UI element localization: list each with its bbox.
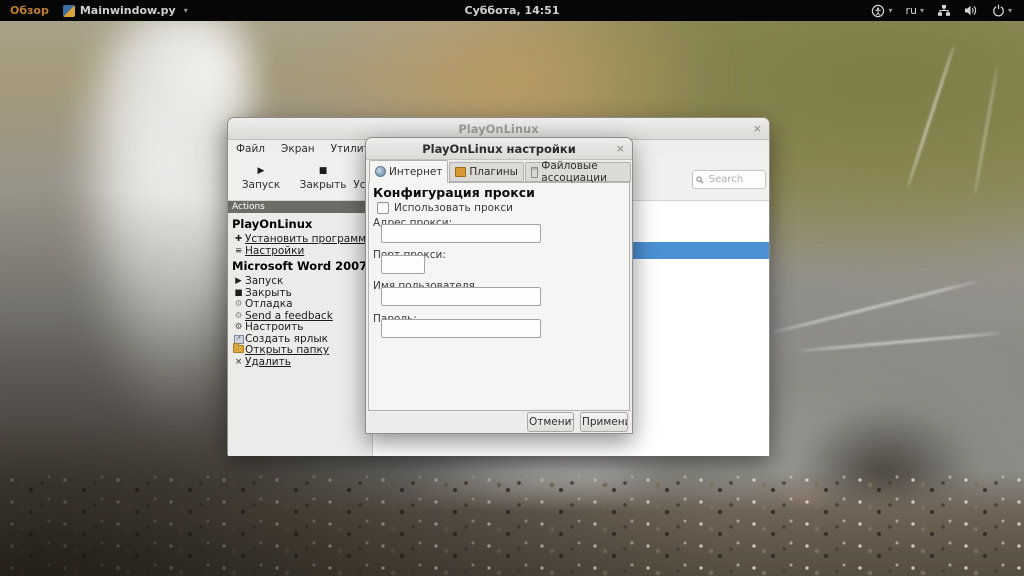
actions-header: Actions: [228, 201, 372, 213]
sidebar-item-debug[interactable]: ⚙ Отладка: [232, 298, 372, 311]
play-icon: ▶: [257, 165, 265, 176]
volume-indicator[interactable]: [964, 4, 979, 17]
internet-tab-panel: Конфигурация прокси Использовать прокси …: [368, 182, 630, 411]
proxy-port-field[interactable]: [381, 255, 425, 274]
accessibility-icon: [872, 4, 885, 17]
dialog-titlebar[interactable]: PlayOnLinux настройки ×: [366, 138, 632, 160]
proxy-config-heading: Конфигурация прокси: [373, 185, 535, 200]
sidebar-item-open-folder[interactable]: Открыть папку: [232, 343, 372, 357]
window-title: PlayOnLinux: [458, 121, 539, 136]
gear-icon: ⚙: [234, 322, 243, 333]
play-icon: ▶: [235, 276, 242, 287]
apply-button[interactable]: Примени: [580, 412, 628, 432]
tab-internet[interactable]: Интернет: [369, 160, 449, 183]
list-icon: ≡: [234, 245, 243, 256]
stop-icon: ■: [318, 165, 328, 176]
run-button[interactable]: ▶ Запуск: [232, 165, 290, 191]
dialog-button-row: Отменит Примени: [366, 411, 632, 433]
sidebar-item-delete[interactable]: × Удалить: [232, 356, 372, 369]
chevron-down-icon: ▾: [919, 6, 924, 15]
keyboard-layout-menu[interactable]: ru ▾: [905, 4, 924, 17]
actions-sidebar: Actions PlayOnLinux ✚ Установить програм…: [228, 201, 373, 456]
close-icon[interactable]: ×: [616, 138, 625, 159]
globe-icon: [375, 166, 386, 177]
close-icon[interactable]: ×: [753, 118, 762, 139]
gear-icon: ⚙: [234, 299, 243, 310]
sidebar-section-msword: Microsoft Word 2007: [232, 259, 368, 273]
close-app-button[interactable]: ■ Закрыть: [294, 165, 352, 191]
chevron-down-icon: ▾: [1007, 6, 1012, 15]
sidebar-item-install-program[interactable]: ✚ Установить программу: [232, 233, 372, 246]
search-icon: [696, 176, 704, 183]
menu-file[interactable]: Файл: [228, 142, 273, 156]
plus-icon: ✚: [234, 234, 243, 245]
tab-bar: Интернет Плагины Файловые ассоциации: [366, 160, 632, 184]
sidebar-item-settings[interactable]: ≡ Настройки: [232, 245, 372, 258]
network-indicator[interactable]: [937, 4, 951, 17]
menu-display[interactable]: Экран: [273, 142, 323, 156]
activities-button[interactable]: Обзор: [10, 4, 49, 17]
accessibility-menu[interactable]: ▾: [871, 4, 892, 18]
power-menu[interactable]: ▾: [992, 4, 1012, 17]
cancel-button[interactable]: Отменит: [527, 412, 574, 432]
desktop: Суббота, 14:51 Обзор Mainwindow.py ▾ ▾ r…: [0, 0, 1024, 576]
delete-icon: ×: [234, 356, 243, 367]
run-button-label: Запуск: [241, 178, 281, 191]
close-app-button-label: Закрыть: [299, 178, 347, 191]
use-proxy-label: Использовать прокси: [394, 202, 513, 214]
tab-plugins[interactable]: Плагины: [449, 162, 524, 182]
volume-icon: [964, 5, 977, 16]
power-icon: [993, 4, 1004, 17]
proxy-address-field[interactable]: [381, 224, 541, 243]
sidebar-item-run[interactable]: ▶ Запуск: [232, 275, 372, 288]
stop-icon: ■: [234, 287, 243, 298]
search-box: [692, 170, 766, 189]
wired-network-icon: [937, 5, 950, 16]
proxy-username-field[interactable]: [381, 287, 541, 306]
app-menu[interactable]: Mainwindow.py ▾: [62, 4, 188, 17]
chevron-down-icon: ▾: [888, 6, 893, 15]
dialog-title: PlayOnLinux настройки: [422, 141, 576, 156]
plugin-icon: [455, 167, 467, 177]
gear-icon: ⚙: [234, 310, 243, 321]
app-menu-label: Mainwindow.py: [79, 4, 176, 17]
sidebar-section-playonlinux: PlayOnLinux: [232, 217, 313, 231]
chevron-down-icon: ▾: [183, 6, 188, 15]
use-proxy-checkbox[interactable]: [377, 202, 389, 214]
use-proxy-row: Использовать прокси: [377, 202, 513, 214]
sidebar-item-configure[interactable]: ⚙ Настроить: [232, 321, 372, 334]
settings-dialog: PlayOnLinux настройки × Интернет Плагины…: [365, 137, 633, 434]
gnome-top-bar: Суббота, 14:51 Обзор Mainwindow.py ▾ ▾ r…: [0, 0, 1024, 21]
file-assoc-icon: [530, 166, 539, 178]
folder-icon: [232, 343, 245, 356]
keyboard-layout-label: ru: [905, 4, 917, 17]
app-icon: [62, 4, 75, 17]
proxy-password-field[interactable]: [381, 319, 541, 338]
tab-file-associations[interactable]: Файловые ассоциации: [524, 160, 631, 184]
search-input[interactable]: [706, 173, 762, 186]
